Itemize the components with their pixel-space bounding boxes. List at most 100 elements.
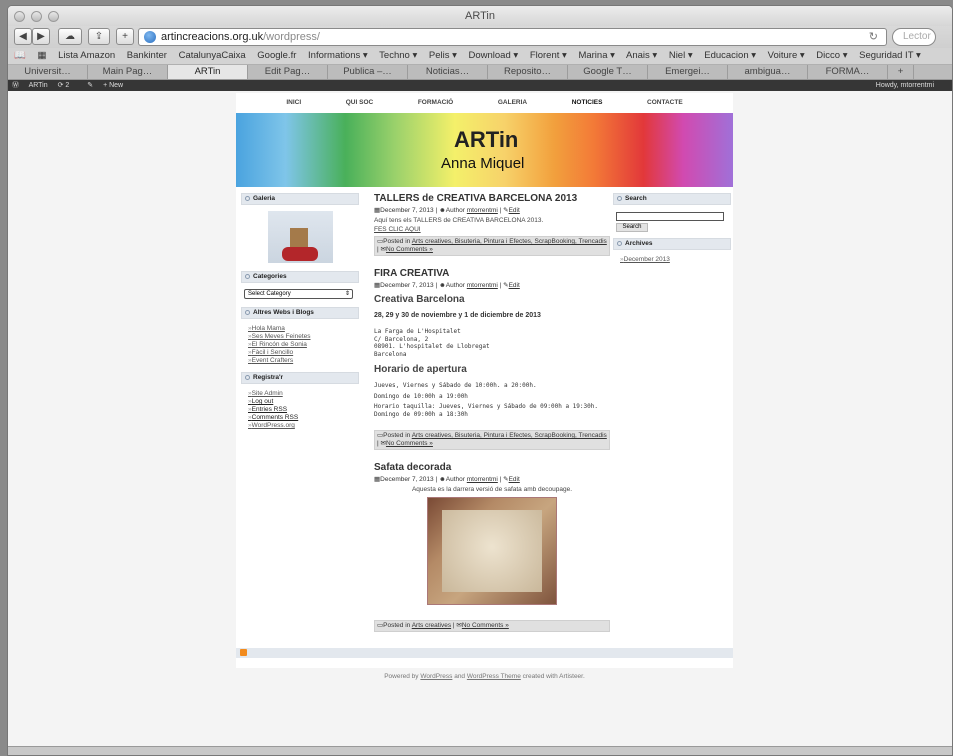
- browser-tab-active[interactable]: ARTin: [168, 65, 248, 79]
- rss-icon[interactable]: [240, 649, 247, 656]
- reload-icon[interactable]: ↻: [869, 29, 878, 45]
- comments-link[interactable]: No Comments »: [386, 246, 433, 253]
- cloud-icon[interactable]: ☁: [58, 28, 82, 45]
- nav-item[interactable]: FORMACIÓ: [418, 93, 453, 113]
- admin-site-link[interactable]: ARTin: [29, 82, 48, 89]
- bookmark-item[interactable]: Lista Amazon: [58, 50, 115, 61]
- logout-link[interactable]: Log out: [248, 398, 359, 406]
- categories-heading: Categories: [241, 271, 359, 283]
- nav-item[interactable]: INICI: [286, 93, 301, 113]
- post-subheading: Horario de apertura: [374, 364, 467, 375]
- meta-links-list: Site Admin Log out Entries RSS Comments …: [241, 390, 359, 430]
- site-subtitle: Anna Miquel: [441, 155, 525, 172]
- edit-link[interactable]: Edit: [509, 476, 520, 483]
- bookmark-item[interactable]: Seguridad IT ▾: [859, 50, 921, 61]
- minimize-window-button[interactable]: [31, 11, 42, 22]
- bookmark-item[interactable]: Marina ▾: [578, 50, 614, 61]
- nav-item[interactable]: NOTICIES: [572, 93, 603, 113]
- top-sites-grid-icon[interactable]: ▦: [37, 50, 46, 61]
- entries-rss-link[interactable]: Entries RSS: [248, 406, 359, 414]
- wordpress-logo-icon[interactable]: Ⓦ: [12, 82, 19, 89]
- altres-webs-heading: Altres Webs i Blogs: [241, 307, 359, 319]
- blogroll-link[interactable]: Fàcil i Sencillo: [248, 349, 359, 357]
- hours-line: Jueves, Viernes y Sábado de 10:00h. a 20…: [374, 382, 537, 389]
- archive-link[interactable]: December 2013: [620, 256, 731, 264]
- site-admin-link[interactable]: Site Admin: [248, 390, 359, 398]
- forward-icon[interactable]: ▶: [32, 28, 50, 45]
- galeria-thumbnail[interactable]: [267, 211, 333, 263]
- theme-link[interactable]: WordPress Theme: [467, 673, 521, 680]
- browser-tab[interactable]: Noticias…: [408, 65, 488, 79]
- bookmark-item[interactable]: Pelis ▾: [429, 50, 457, 61]
- bookmark-item[interactable]: Bankinter: [127, 50, 167, 61]
- bookmark-item[interactable]: Voiture ▾: [768, 50, 805, 61]
- add-tab-icon[interactable]: +: [888, 65, 914, 79]
- comments-icon[interactable]: ✎: [87, 82, 93, 89]
- category-links[interactable]: Arts creatives: [412, 622, 451, 629]
- select-arrows-icon: ⇕: [344, 291, 350, 297]
- zoom-window-button[interactable]: [48, 11, 59, 22]
- browser-tab[interactable]: Universit…: [8, 65, 88, 79]
- bookmarks-book-icon[interactable]: 📖: [14, 50, 26, 61]
- author-link[interactable]: mtorrentmi: [467, 282, 498, 289]
- browser-tab[interactable]: Google T…: [568, 65, 648, 79]
- category-links[interactable]: Arts creatives, Bisuteria, Pintura i Efe…: [412, 432, 607, 439]
- bookmark-item[interactable]: Download ▾: [469, 50, 519, 61]
- address-bar[interactable]: artincreacions.org.uk/wordpress/ ↻: [138, 28, 887, 46]
- close-window-button[interactable]: [14, 11, 25, 22]
- nav-item[interactable]: CONTACTE: [647, 93, 683, 113]
- comments-link[interactable]: No Comments »: [386, 440, 433, 447]
- post-title[interactable]: FIRA CREATIVA: [374, 268, 610, 279]
- nav-item[interactable]: QUI SOC: [346, 93, 373, 113]
- globe-icon: [144, 31, 156, 43]
- browser-tab[interactable]: Reposito…: [488, 65, 568, 79]
- author-link[interactable]: mtorrentmi: [467, 476, 498, 483]
- back-icon[interactable]: ◀: [14, 28, 32, 45]
- fes-clic-link[interactable]: FES CLIC AQUI: [374, 226, 610, 233]
- share-icon[interactable]: ⇪: [88, 28, 110, 45]
- category-links[interactable]: Arts creatives, Bisuteria, Pintura i Efe…: [412, 238, 607, 245]
- post-meta: ▦December 7, 2013 | ☻Author mtorrentmi |…: [374, 282, 520, 289]
- wordpress-org-link[interactable]: WordPress.org: [248, 422, 359, 430]
- comments-link[interactable]: No Comments »: [462, 622, 509, 629]
- author-link[interactable]: mtorrentmi: [467, 207, 498, 214]
- address-line: La Farga de L'Hospitalet: [374, 328, 461, 335]
- post-title[interactable]: TALLERS de CREATIVA BARCELONA 2013: [374, 193, 610, 204]
- bookmark-item[interactable]: Dicco ▾: [816, 50, 847, 61]
- bookmark-item[interactable]: Techno ▾: [379, 50, 417, 61]
- admin-howdy[interactable]: Howdy, mtorrentmi: [876, 80, 934, 91]
- blogroll-link[interactable]: Ses Meves Feinetes: [248, 333, 359, 341]
- browser-tab[interactable]: Main Pag…: [88, 65, 168, 79]
- search-button[interactable]: Search: [616, 223, 648, 232]
- decorated-tray-image[interactable]: [427, 497, 557, 605]
- browser-tab[interactable]: Edit Pag…: [248, 65, 328, 79]
- bookmark-item[interactable]: Niel ▾: [669, 50, 693, 61]
- edit-link[interactable]: Edit: [509, 207, 520, 214]
- blogroll-link[interactable]: Hola Mama: [248, 325, 359, 333]
- search-input[interactable]: [616, 212, 724, 221]
- comments-rss-link[interactable]: Comments RSS: [248, 414, 359, 422]
- category-select[interactable]: Select Category ⇕: [244, 289, 353, 299]
- nav-item[interactable]: GALERIA: [498, 93, 527, 113]
- admin-new-link[interactable]: + New: [103, 82, 123, 89]
- updates-icon[interactable]: ⟳ 2: [58, 82, 78, 89]
- bookmark-item[interactable]: Informations ▾: [308, 50, 368, 61]
- blogroll-link[interactable]: Event Crafters: [248, 357, 359, 365]
- bookmark-item[interactable]: Google.fr: [257, 50, 296, 61]
- bookmark-item[interactable]: Anais ▾: [626, 50, 657, 61]
- browser-tab[interactable]: Publica –…: [328, 65, 408, 79]
- wordpress-link[interactable]: WordPress: [420, 673, 452, 680]
- site-nav: INICI QUI SOC FORMACIÓ GALERIA NOTICIES …: [236, 93, 733, 113]
- blogroll-link[interactable]: El Rincón de Sonia: [248, 341, 359, 349]
- browser-tab[interactable]: ambigua…: [728, 65, 808, 79]
- bookmark-item[interactable]: Florent ▾: [530, 50, 567, 61]
- post-title[interactable]: Safata decorada: [374, 462, 610, 473]
- reader-button[interactable]: Lector: [892, 28, 936, 46]
- bookmark-item[interactable]: CatalunyaCaixa: [179, 50, 246, 61]
- edit-link[interactable]: Edit: [509, 282, 520, 289]
- browser-tab[interactable]: FORMA…: [808, 65, 888, 79]
- new-tab-plus-icon[interactable]: +: [116, 28, 134, 45]
- bookmark-item[interactable]: Educacion ▾: [704, 50, 756, 61]
- site-header-banner: ARTin Anna Miquel: [236, 113, 733, 187]
- browser-tab[interactable]: Emergei…: [648, 65, 728, 79]
